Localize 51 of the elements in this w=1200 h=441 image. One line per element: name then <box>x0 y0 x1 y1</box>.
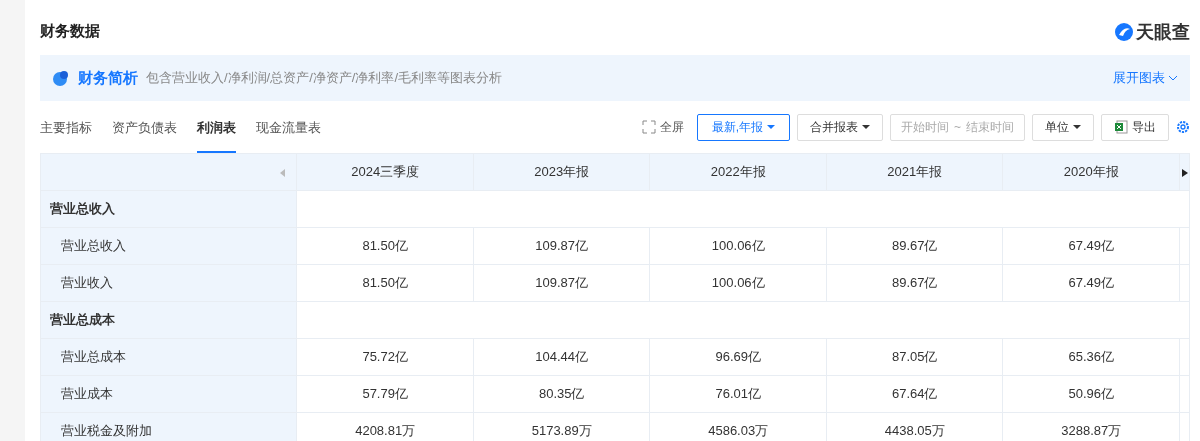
table-cell: 89.67亿 <box>826 227 1003 265</box>
column-header: 2021年报 <box>826 153 1003 191</box>
table-cell: 67.49亿 <box>1003 264 1180 302</box>
table-cell: 65.36亿 <box>1003 338 1180 376</box>
chart-bubble-icon <box>52 69 70 87</box>
table-cell: 81.50亿 <box>296 227 474 265</box>
row-label: 营业收入 <box>40 264 297 302</box>
report-dropdown[interactable]: 合并报表 <box>797 113 883 141</box>
column-header: 2024三季度 <box>296 153 474 191</box>
fullscreen-button[interactable]: 全屏 <box>635 117 690 137</box>
tab[interactable]: 现金流量表 <box>256 101 321 153</box>
table-cell: 109.87亿 <box>473 264 650 302</box>
table-cell: 89.67亿 <box>826 264 1003 302</box>
column-header: 2020年报 <box>1003 153 1180 191</box>
logo-text: 天眼查 <box>1136 20 1190 44</box>
table-cell: 67.49亿 <box>1003 227 1180 265</box>
tab[interactable]: 主要指标 <box>40 101 92 153</box>
row-label: 营业税金及附加 <box>40 412 297 441</box>
row-label: 营业成本 <box>40 375 297 413</box>
banner-title: 财务简析 <box>78 68 138 88</box>
table-cell: 81.50亿 <box>296 264 474 302</box>
period-dropdown[interactable]: 最新,年报 <box>696 113 790 141</box>
tab[interactable]: 资产负债表 <box>112 101 177 153</box>
row-section-label: 营业总收入 <box>40 190 297 228</box>
table-cell: 76.01亿 <box>649 375 827 413</box>
table-cell: 57.79亿 <box>296 375 474 413</box>
row-label: 营业总成本 <box>40 338 297 376</box>
chevron-down-icon <box>1168 74 1178 82</box>
table-cell: 100.06亿 <box>649 227 827 265</box>
table-cell: 104.44亿 <box>473 338 650 376</box>
row-section-label: 营业总成本 <box>40 301 297 339</box>
table-cell: 96.69亿 <box>649 338 827 376</box>
column-header: 2022年报 <box>649 153 827 191</box>
column-header: 2023年报 <box>473 153 650 191</box>
table-cell: 100.06亿 <box>649 264 827 302</box>
section-title: 财务数据 <box>40 22 100 41</box>
row-label: 营业总收入 <box>40 227 297 265</box>
banner-description: 包含营业收入/净利润/总资产/净资产/净利率/毛利率等图表分析 <box>146 69 503 87</box>
table-cell: 50.96亿 <box>1003 375 1180 413</box>
spreadsheet-icon <box>1114 120 1128 134</box>
settings-icon[interactable] <box>1176 120 1190 134</box>
fullscreen-icon <box>641 120 656 134</box>
unit-dropdown[interactable]: 单位 <box>1032 113 1094 141</box>
table-cell: 109.87亿 <box>473 227 650 265</box>
table-cell: 87.05亿 <box>826 338 1003 376</box>
table-cell: 67.64亿 <box>826 375 1003 413</box>
expand-charts-link[interactable]: 展开图表 <box>1113 69 1178 87</box>
table-cell: 80.35亿 <box>473 375 650 413</box>
table-cell: 75.72亿 <box>296 338 474 376</box>
logo-icon <box>1114 21 1134 42</box>
export-button[interactable]: 导出 <box>1101 113 1169 141</box>
